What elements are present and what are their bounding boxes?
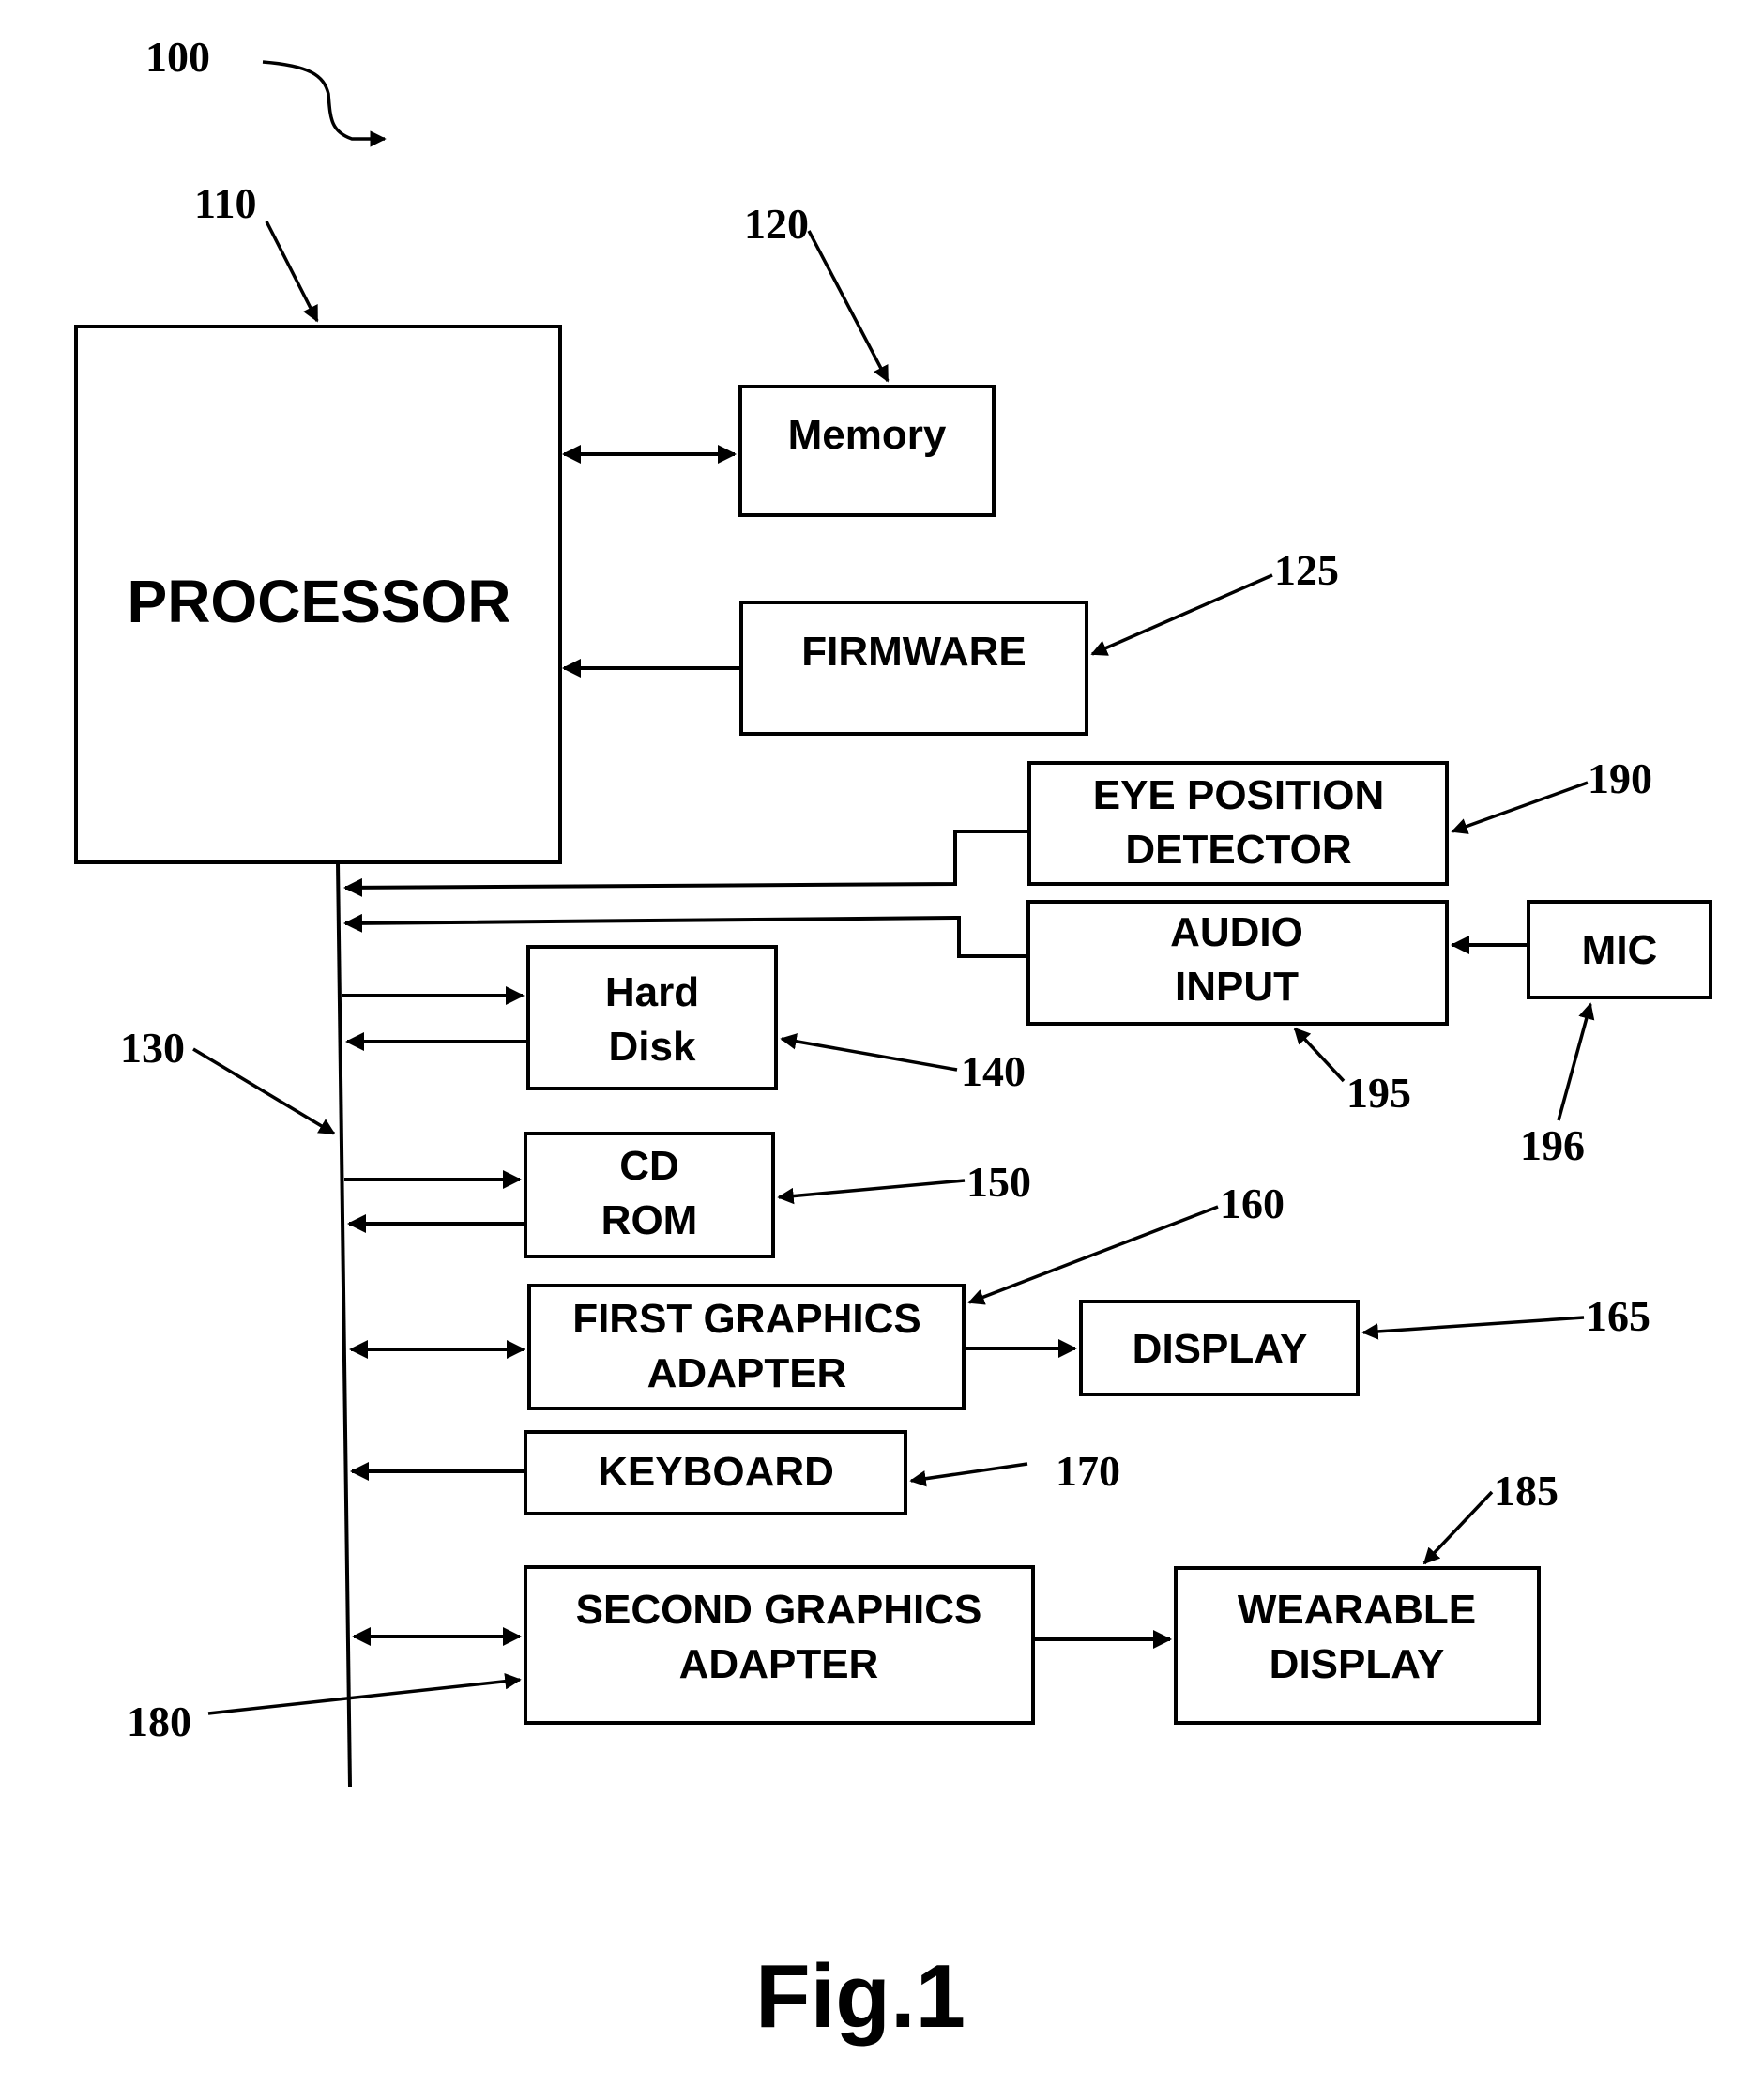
cd-rom-line2: ROM xyxy=(601,1197,698,1243)
ref-125: 125 xyxy=(1274,546,1339,594)
ref-165: 165 xyxy=(1586,1292,1650,1340)
ref-180: 180 xyxy=(127,1698,191,1745)
first-graphics-adapter-line2: ADAPTER xyxy=(647,1350,847,1396)
ref-190-leader xyxy=(1451,781,1589,834)
cd-rom-line1: CD xyxy=(619,1143,679,1189)
ref-130: 130 xyxy=(120,1024,185,1072)
system-bus xyxy=(336,861,352,1788)
ref-160-leader xyxy=(967,1205,1219,1305)
ref-195: 195 xyxy=(1346,1069,1411,1117)
hard-disk-line2: Disk xyxy=(609,1024,696,1070)
ref-196-leader xyxy=(1557,1002,1595,1121)
memory-label: Memory xyxy=(788,412,947,458)
ref-120-leader xyxy=(807,230,890,383)
eye-position-detector-line2: DETECTOR xyxy=(1125,827,1351,873)
audio-input-line1: AUDIO xyxy=(1170,909,1303,955)
ref-110-leader xyxy=(265,221,319,323)
keyboard-label: KEYBOARD xyxy=(598,1449,834,1495)
ref-160: 160 xyxy=(1220,1180,1285,1227)
hard-disk-line1: Hard xyxy=(605,969,699,1015)
ref-100-squiggle-arrow xyxy=(262,60,387,147)
firmware-label: FIRMWARE xyxy=(801,629,1026,675)
wearable-display-line1: WEARABLE xyxy=(1238,1587,1476,1633)
mic-label: MIC xyxy=(1582,927,1658,973)
ref-140-leader xyxy=(780,1033,958,1072)
ref-195-leader xyxy=(1293,1027,1346,1083)
ref-180-leader xyxy=(207,1672,522,1715)
figure-caption: Fig.1 xyxy=(755,1946,966,2047)
ref-150: 150 xyxy=(966,1158,1031,1206)
ref-185: 185 xyxy=(1494,1467,1559,1515)
ref-120: 120 xyxy=(744,200,809,248)
ref-150-leader xyxy=(777,1179,966,1205)
ref-100: 100 xyxy=(145,33,210,81)
ref-170-leader xyxy=(909,1462,1028,1487)
block-diagram: 100 PROCESSOR 110 Memory 120 FIRMWARE 12… xyxy=(74,33,1712,2047)
audio-input-line2: INPUT xyxy=(1175,964,1299,1010)
ref-190: 190 xyxy=(1588,754,1652,802)
ref-110: 110 xyxy=(194,179,256,227)
ref-170: 170 xyxy=(1056,1447,1120,1495)
second-graphics-adapter-line1: SECOND GRAPHICS xyxy=(576,1587,982,1633)
ref-185-leader xyxy=(1422,1490,1494,1565)
wearable-display-line2: DISPLAY xyxy=(1270,1641,1445,1687)
ref-125-leader xyxy=(1090,573,1273,656)
second-graphics-adapter-line2: ADAPTER xyxy=(679,1641,879,1687)
ref-165-leader xyxy=(1361,1316,1585,1340)
display-label: DISPLAY xyxy=(1133,1326,1308,1372)
eye-position-detector-line1: EYE POSITION xyxy=(1093,772,1385,818)
ref-130-leader xyxy=(192,1047,336,1135)
processor-label: PROCESSOR xyxy=(128,568,511,635)
ref-196: 196 xyxy=(1520,1121,1585,1169)
ref-140: 140 xyxy=(961,1047,1026,1095)
first-graphics-adapter-line1: FIRST GRAPHICS xyxy=(572,1296,921,1342)
